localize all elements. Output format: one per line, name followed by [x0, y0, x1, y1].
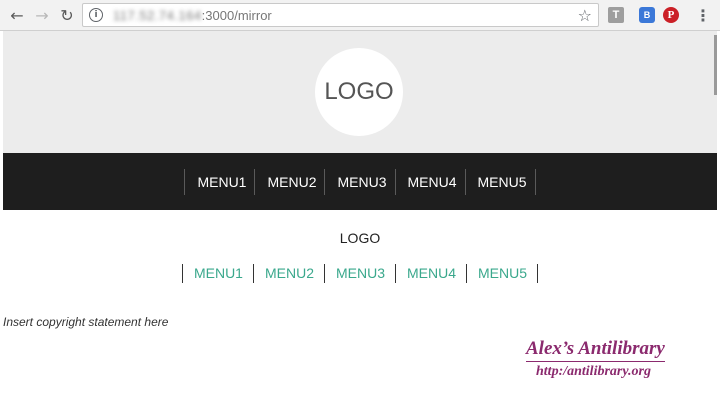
- address-bar[interactable]: i 117.52.74.164 :3000/mirror ☆: [82, 3, 599, 27]
- footer-nav-menu4[interactable]: MENU4: [395, 263, 466, 283]
- watermark-title: Alex’s Antilibrary: [526, 338, 665, 362]
- copyright-text: Insert copyright statement here: [3, 315, 169, 329]
- main-nav-menu1[interactable]: MENU1: [184, 168, 254, 195]
- back-icon[interactable]: ←: [6, 4, 28, 26]
- main-nav-menu5[interactable]: MENU5: [464, 168, 536, 195]
- header-hero: LOGO: [3, 31, 717, 153]
- footer-nav-menu5[interactable]: MENU5: [466, 263, 539, 283]
- footer-logo[interactable]: LOGO: [3, 230, 717, 246]
- browser-toolbar: ← → ↻ i 117.52.74.164 :3000/mirror ☆ T B…: [0, 0, 720, 31]
- page-content: LOGO MENU1 MENU2 MENU3 MENU4 MENU5 LOGO …: [3, 31, 717, 415]
- footer-nav-menu3[interactable]: MENU3: [323, 263, 395, 283]
- main-nav-menu2[interactable]: MENU2: [254, 168, 324, 195]
- info-icon[interactable]: i: [89, 8, 103, 22]
- bookmark-star-icon[interactable]: ☆: [578, 6, 592, 25]
- t-extension-icon[interactable]: T: [608, 7, 624, 23]
- forward-icon[interactable]: →: [31, 4, 53, 26]
- b-extension-icon[interactable]: B: [639, 7, 655, 23]
- main-nav: MENU1 MENU2 MENU3 MENU4 MENU5: [3, 153, 717, 210]
- watermark-url: http:/antilibrary.org: [536, 364, 652, 379]
- footer-nav-menu2[interactable]: MENU2: [252, 263, 324, 283]
- url-host: 117.52.74.164: [113, 7, 202, 23]
- header-logo[interactable]: LOGO: [315, 48, 403, 136]
- url-path: :3000/mirror: [201, 7, 272, 23]
- pinterest-icon[interactable]: P: [663, 7, 679, 23]
- main-nav-menu4[interactable]: MENU4: [394, 168, 465, 195]
- main-nav-menu3[interactable]: MENU3: [324, 168, 394, 195]
- footer-nav: MENU1 MENU2 MENU3 MENU4 MENU5: [3, 263, 717, 283]
- browser-menu-icon[interactable]: ⋮: [695, 6, 711, 25]
- reload-icon[interactable]: ↻: [56, 4, 78, 26]
- scrollbar[interactable]: [714, 35, 717, 95]
- footer-nav-menu1[interactable]: MENU1: [181, 263, 253, 283]
